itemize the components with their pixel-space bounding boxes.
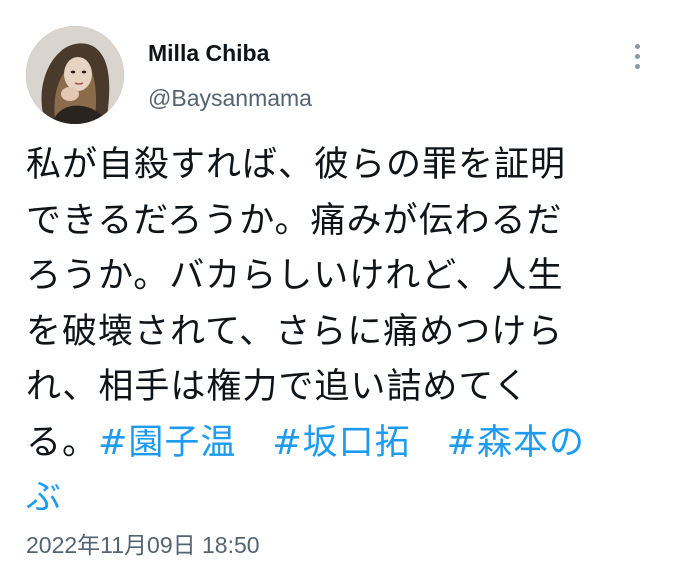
- hashtag-link[interactable]: #園子温: [98, 423, 236, 463]
- tweet-text-fragment: る。: [26, 422, 99, 463]
- tweet-card: Milla Chiba @Baysanmama 私が自殺すれば、彼らの罪を証明 …: [0, 0, 680, 576]
- avatar-photo: [26, 26, 124, 124]
- tweet-text-line: を破壊されて、さらに痛めつけら: [26, 311, 564, 352]
- hashtag-link[interactable]: #坂口拓: [272, 423, 410, 463]
- tweet-text-line: できるだろうか。痛みが伝わるだ: [26, 200, 563, 241]
- tweet-text: 私が自殺すれば、彼らの罪を証明 できるだろうか。痛みが伝わるだ ろうか。バカらし…: [26, 138, 656, 527]
- tweet-timestamp[interactable]: 2022年11月09日 18:50: [26, 526, 260, 560]
- hashtag-link[interactable]: #森本の: [447, 423, 585, 463]
- author-display-name[interactable]: Milla Chiba: [148, 40, 269, 67]
- tweet-text-line: 私が自殺すれば、彼らの罪を証明: [26, 145, 567, 185]
- tweet-text-line: ろうか。バカらしいけれど、人生: [26, 256, 564, 296]
- tweet-text-line-with-hashtags: る。#園子温 #坂口拓 #森本の: [26, 416, 656, 472]
- avatar[interactable]: [26, 26, 124, 124]
- author-handle[interactable]: @Baysanmama: [148, 85, 312, 112]
- more-options-icon[interactable]: [626, 40, 650, 74]
- tweet-text-line: ぶ: [26, 471, 656, 527]
- hashtag-link-continuation[interactable]: ぶ: [26, 478, 62, 518]
- tweet-text-line: れ、相手は権力で追い詰めてく: [26, 367, 530, 407]
